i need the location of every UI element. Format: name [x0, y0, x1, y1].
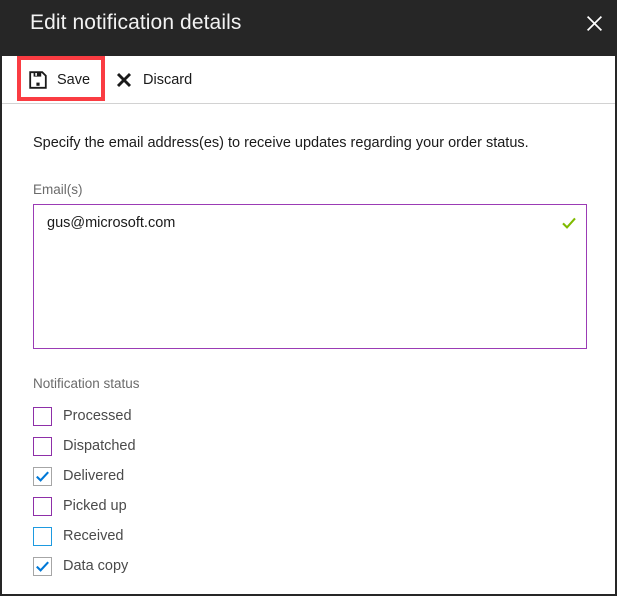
checkbox-row-data-copy[interactable]: Data copy	[33, 551, 605, 581]
checkbox-data-copy[interactable]	[33, 556, 52, 576]
cross-icon	[114, 70, 134, 90]
dialog-title-bar: Edit notification details	[2, 0, 615, 56]
instructions-text: Specify the email address(es) to receive…	[33, 135, 529, 151]
edit-notification-details-dialog: Edit notification details Save Discard S…	[0, 0, 617, 596]
discard-button-label: Discard	[143, 71, 193, 88]
checkbox-label-delivered: Delivered	[63, 468, 125, 484]
checkbox-row-dispatched[interactable]: Dispatched	[33, 431, 605, 461]
notification-status-label: Notification status	[33, 376, 140, 391]
save-floppy-icon	[28, 70, 48, 90]
email-field-label: Email(s)	[33, 182, 83, 197]
checkbox-picked-up[interactable]	[33, 496, 52, 516]
checkbox-received[interactable]	[33, 526, 52, 546]
close-icon[interactable]	[571, 0, 615, 46]
checkbox-dispatched[interactable]	[33, 436, 52, 456]
discard-button[interactable]: Discard	[114, 56, 192, 103]
check-mark-icon	[561, 215, 577, 231]
checkbox-label-received: Received	[63, 528, 124, 544]
dialog-command-bar: Save Discard	[2, 56, 615, 103]
email-input-value: gus@microsoft.com	[47, 215, 176, 231]
notification-status-checkbox-list: Processed Dispatched Delivered Picked up…	[33, 401, 605, 581]
checkbox-processed[interactable]	[33, 406, 52, 426]
email-input[interactable]: gus@microsoft.com	[33, 204, 587, 349]
checkbox-row-received[interactable]: Received	[33, 521, 605, 551]
check-mark-icon	[35, 469, 50, 484]
check-mark-icon	[35, 559, 50, 574]
save-button-label: Save	[57, 71, 91, 88]
checkbox-label-data-copy: Data copy	[63, 558, 129, 574]
checkbox-row-delivered[interactable]: Delivered	[33, 461, 605, 491]
checkbox-row-processed[interactable]: Processed	[33, 401, 605, 431]
checkbox-delivered[interactable]	[33, 466, 52, 486]
checkbox-label-dispatched: Dispatched	[63, 438, 136, 454]
checkbox-label-picked-up: Picked up	[63, 498, 127, 514]
save-button[interactable]: Save	[28, 56, 90, 103]
dialog-content: Specify the email address(es) to receive…	[2, 104, 615, 594]
checkbox-row-picked-up[interactable]: Picked up	[33, 491, 605, 521]
page-title: Edit notification details	[30, 11, 242, 34]
checkbox-label-processed: Processed	[63, 408, 132, 424]
